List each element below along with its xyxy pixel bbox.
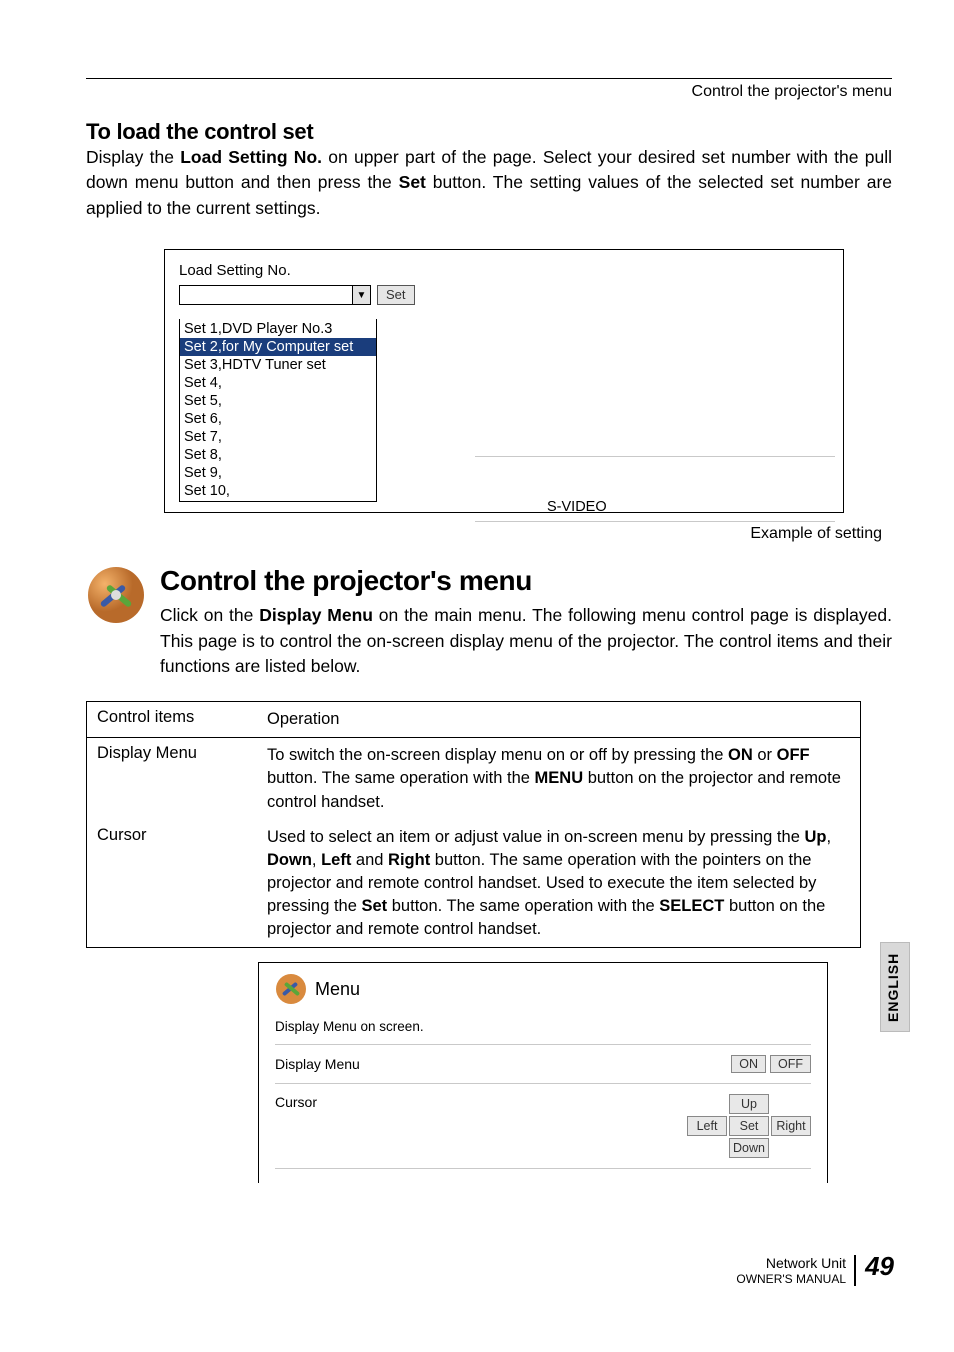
set-button[interactable]: Set [377, 285, 415, 305]
operation-desc: Used to select an item or adjust value i… [259, 820, 860, 947]
section1-paragraph: Display the Load Setting No. on upper pa… [86, 145, 892, 221]
option-item[interactable]: Set 7, [180, 428, 376, 446]
table-header-row: Control items Operation [87, 702, 860, 738]
option-item[interactable]: Set 10, [180, 482, 376, 500]
control-items-table: Control items Operation Display MenuTo s… [86, 701, 861, 948]
chevron-down-icon[interactable]: ▼ [352, 286, 370, 304]
text: Click on the [160, 605, 259, 625]
right-panel: S-VIDEO [475, 456, 835, 522]
cursor-dpad: Up Left Set Right Down [687, 1094, 811, 1158]
table-row: Display MenuTo switch the on-screen disp… [87, 738, 860, 819]
section2-title: Control the projector's menu [160, 565, 892, 597]
off-button[interactable]: OFF [770, 1055, 811, 1073]
set-button[interactable]: Set [729, 1116, 769, 1136]
option-item[interactable]: Set 4, [180, 374, 376, 392]
footer-line2: OWNER'S MANUAL [736, 1272, 846, 1286]
example-caption: Example of setting [86, 525, 892, 543]
load-setting-select[interactable]: ▼ [179, 285, 371, 305]
cursor-label: Cursor [275, 1094, 317, 1110]
section1-title: To load the control set [86, 119, 892, 145]
menu-screenshot: Menu Display Menu on screen. Display Men… [258, 962, 828, 1183]
option-item[interactable]: Set 2,for My Computer set [180, 338, 376, 356]
bold: Display Menu [259, 605, 373, 625]
table-row: CursorUsed to select an item or adjust v… [87, 820, 860, 947]
language-tab: ENGLISH [880, 942, 910, 1032]
page-number: 49 [865, 1251, 894, 1282]
control-item-name: Cursor [87, 820, 259, 947]
load-setting-label: Load Setting No. [179, 262, 829, 279]
load-setting-options-list[interactable]: Set 1,DVD Player No.3Set 2,for My Comput… [179, 319, 377, 502]
option-item[interactable]: Set 3,HDTV Tuner set [180, 356, 376, 374]
section2-paragraph: Click on the Display Menu on the main me… [160, 603, 892, 679]
bold: Load Setting No. [180, 147, 322, 167]
text: Display the [86, 147, 180, 167]
page-footer: Network Unit OWNER'S MANUAL 49 [736, 1255, 892, 1286]
option-item[interactable]: Set 6, [180, 410, 376, 428]
header-rule [86, 78, 892, 79]
menu-subtitle: Display Menu on screen. [275, 1013, 811, 1045]
tools-icon [275, 973, 307, 1005]
option-item[interactable]: Set 5, [180, 392, 376, 410]
th-operation: Operation [259, 702, 860, 737]
th-control-items: Control items [87, 702, 259, 737]
left-button[interactable]: Left [687, 1116, 727, 1136]
display-menu-row: Display Menu ON OFF [275, 1045, 811, 1084]
footer-line1: Network Unit [736, 1255, 846, 1272]
tools-icon [86, 565, 146, 625]
operation-desc: To switch the on-screen display menu on … [259, 738, 860, 819]
load-setting-screenshot: Load Setting No. ▼ Set Set 1,DVD Player … [164, 249, 844, 513]
running-header: Control the projector's menu [86, 81, 892, 119]
bold: Set [399, 172, 426, 192]
display-menu-label: Display Menu [275, 1056, 360, 1072]
option-item[interactable]: Set 1,DVD Player No.3 [180, 320, 376, 338]
control-item-name: Display Menu [87, 738, 259, 819]
svideo-value: S-VIDEO [475, 499, 835, 515]
on-button[interactable]: ON [731, 1055, 766, 1073]
option-item[interactable]: Set 8, [180, 446, 376, 464]
option-item[interactable]: Set 9, [180, 464, 376, 482]
cursor-row: Cursor Up Left Set Right Down [275, 1084, 811, 1169]
down-button[interactable]: Down [729, 1138, 769, 1158]
right-button[interactable]: Right [771, 1116, 811, 1136]
up-button[interactable]: Up [729, 1094, 769, 1114]
menu-title: Menu [315, 979, 360, 1000]
